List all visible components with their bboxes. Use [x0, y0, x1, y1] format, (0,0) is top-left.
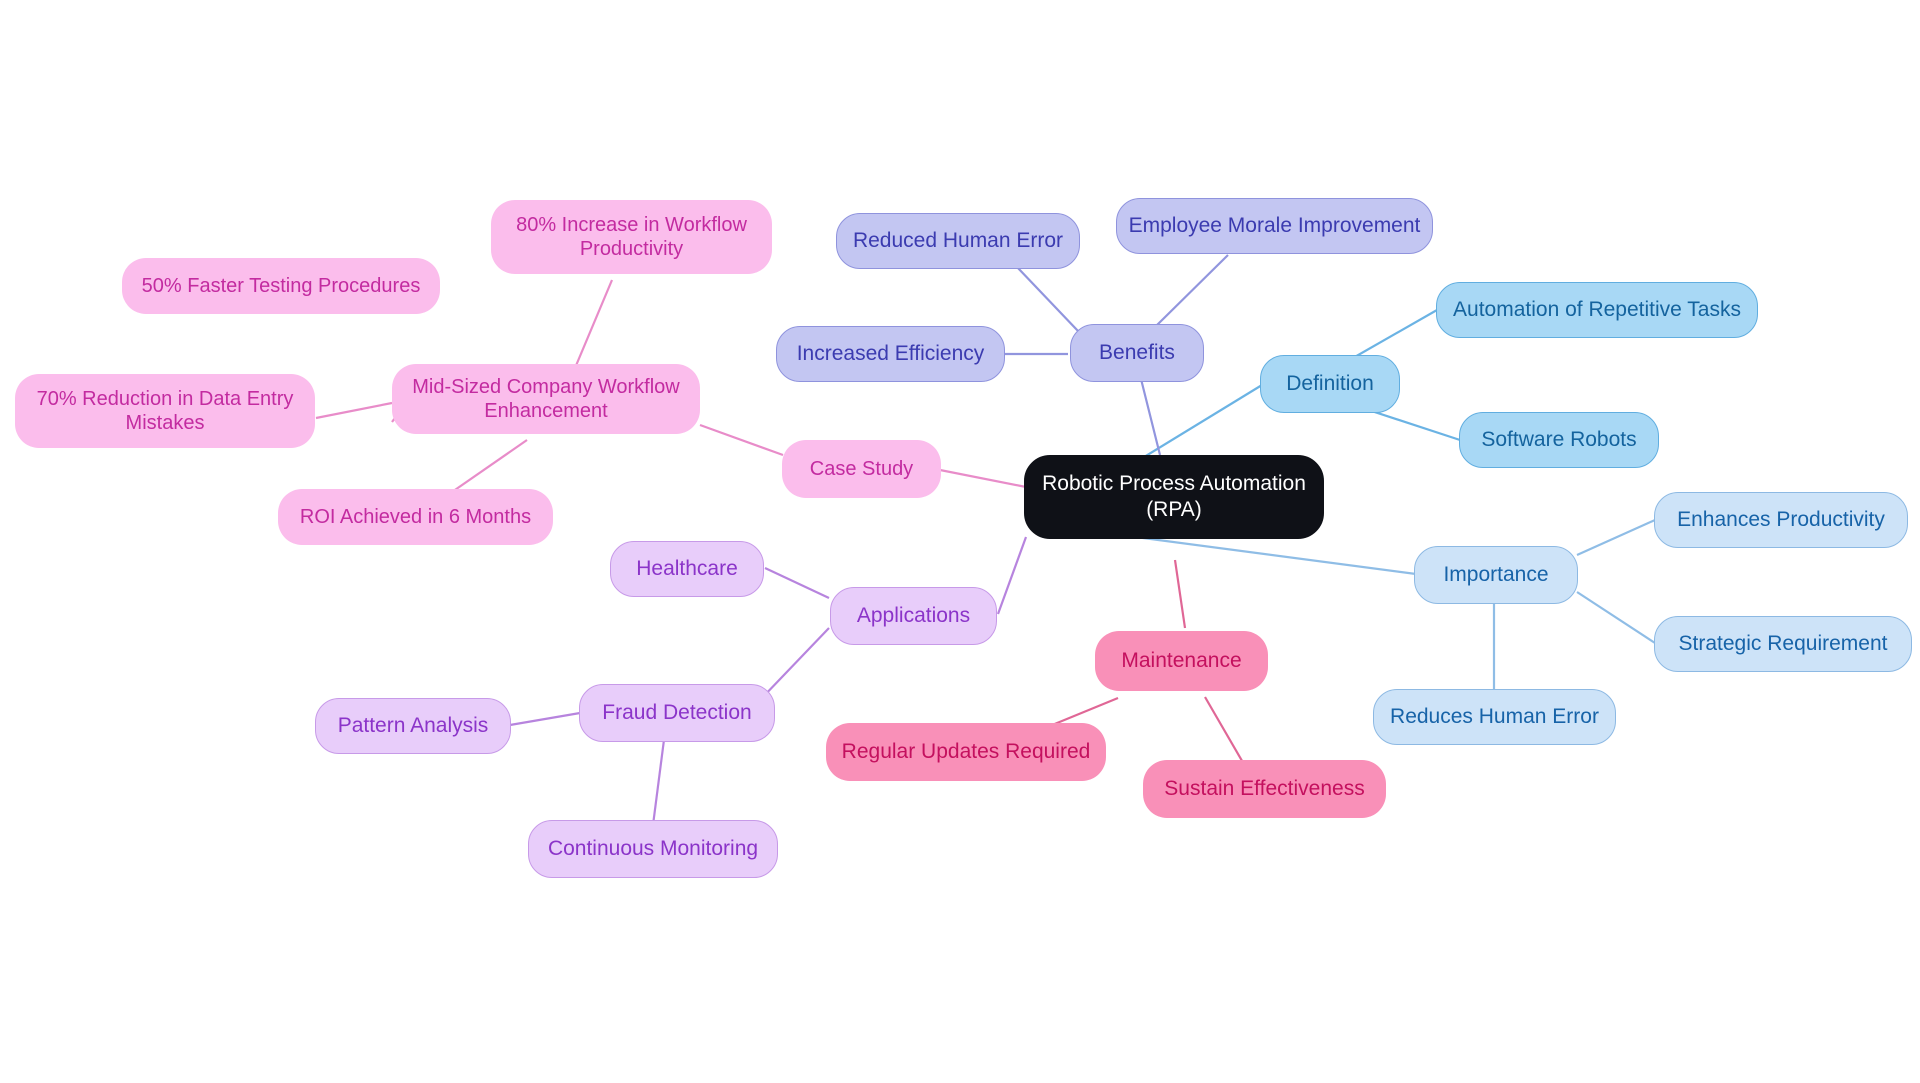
branch-node-maintenance[interactable]: Maintenance	[1095, 631, 1268, 691]
leaf-node-80-increase-in-workflow-productivity[interactable]: 80% Increase in Workflow Productivity	[491, 200, 772, 274]
branch-node-applications[interactable]: Applications	[830, 587, 997, 645]
subnode-mid-sized-company-workflow-enhancement[interactable]: Mid-Sized Company Workflow Enhancement	[392, 364, 700, 434]
edge-mid-sized-roi	[451, 439, 528, 493]
edge-root-maintenance	[1173, 559, 1187, 629]
edge-applications-healthcare	[764, 567, 830, 599]
leaf-node-healthcare[interactable]: Healthcare	[610, 541, 764, 597]
edge-fraud-pattern-analysis	[509, 711, 581, 727]
branch-node-definition[interactable]: Definition	[1260, 355, 1400, 413]
leaf-node-automation-of-repetitive-tasks[interactable]: Automation of Repetitive Tasks	[1436, 282, 1758, 338]
edge-fraud-continuous-monitoring	[651, 731, 667, 826]
edge-layer	[315, 254, 1656, 826]
root-node[interactable]: Robotic Process Automation (RPA)	[1024, 455, 1324, 539]
edge-importance-enhances-productivity	[1576, 518, 1656, 557]
leaf-node-strategic-requirement[interactable]: Strategic Requirement	[1654, 616, 1912, 672]
branch-node-case-study[interactable]: Case Study	[782, 440, 941, 498]
edge-importance-strategic-requirement	[1576, 591, 1656, 644]
leaf-node-sustain-effectiveness[interactable]: Sustain Effectiveness	[1143, 760, 1386, 818]
edge-maintenance-sustain-effectiveness	[1204, 696, 1246, 767]
leaf-node-software-robots[interactable]: Software Robots	[1459, 412, 1659, 468]
edge-root-applications	[996, 536, 1028, 615]
edge-benefits-employee-morale	[1154, 254, 1229, 328]
edge-mid-sized-80-increase	[573, 279, 614, 369]
subnode-fraud-detection[interactable]: Fraud Detection	[579, 684, 775, 742]
leaf-node-continuous-monitoring[interactable]: Continuous Monitoring	[528, 820, 778, 878]
leaf-node-pattern-analysis[interactable]: Pattern Analysis	[315, 698, 511, 754]
edge-mid-sized-70-reduction	[315, 401, 393, 420]
edge-case-study-mid-sized	[699, 423, 784, 457]
leaf-node-50-faster-testing-procedures[interactable]: 50% Faster Testing Procedures	[122, 258, 440, 314]
leaf-node-reduced-human-error[interactable]: Reduced Human Error	[836, 213, 1080, 269]
leaf-node-increased-efficiency[interactable]: Increased Efficiency	[776, 326, 1005, 382]
leaf-node-enhances-productivity[interactable]: Enhances Productivity	[1654, 492, 1908, 548]
edge-root-benefits	[1138, 374, 1162, 456]
leaf-node-employee-morale-improvement[interactable]: Employee Morale Improvement	[1116, 198, 1433, 254]
branch-node-importance[interactable]: Importance	[1414, 546, 1578, 604]
leaf-node-70-reduction-in-data-entry-mistakes[interactable]: 70% Reduction in Data Entry Mistakes	[15, 374, 315, 448]
edge-applications-fraud-detection	[759, 627, 830, 701]
branch-node-benefits[interactable]: Benefits	[1070, 324, 1204, 382]
leaf-node-reduces-human-error[interactable]: Reduces Human Error	[1373, 689, 1616, 745]
leaf-node-roi-achieved-in-6-months[interactable]: ROI Achieved in 6 Months	[278, 489, 553, 545]
edge-benefits-reduced-human-error	[1016, 266, 1079, 332]
leaf-node-regular-updates-required[interactable]: Regular Updates Required	[826, 723, 1106, 781]
mindmap-canvas: Robotic Process Automation (RPA) Definit…	[0, 0, 1920, 1083]
edge-root-case-study	[939, 468, 1027, 489]
